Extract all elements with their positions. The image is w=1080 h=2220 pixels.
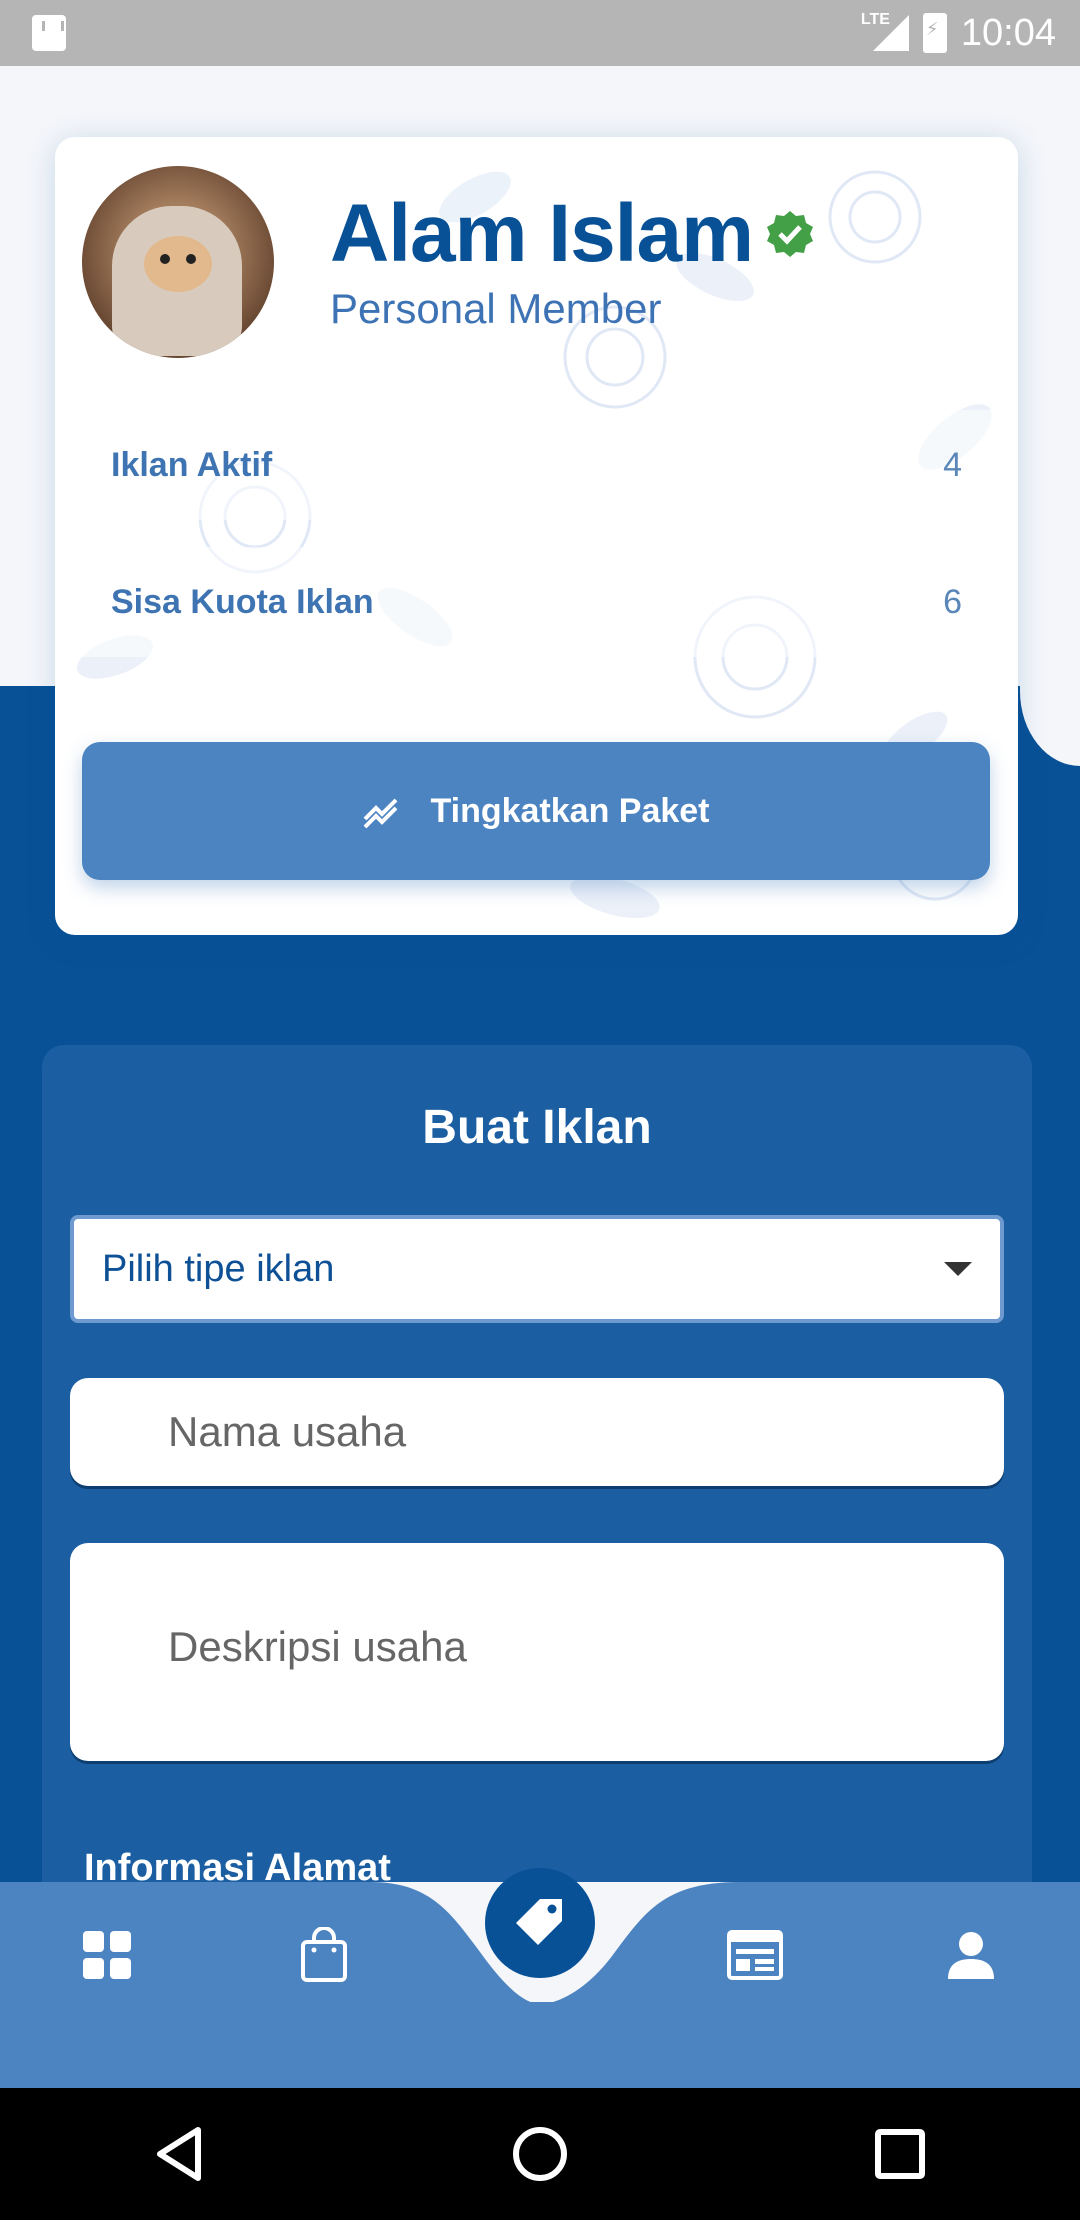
- profile-card: Alam Islam Personal Member Iklan Aktif 4…: [55, 137, 1018, 935]
- back-icon: [157, 2127, 201, 2181]
- dropdown-arrow-icon: [944, 1262, 972, 1276]
- system-navigation-bar: [0, 2088, 1080, 2220]
- stat-label: Sisa Kuota Iklan: [111, 582, 374, 621]
- news-icon: [727, 1930, 783, 1980]
- back-button[interactable]: [140, 2114, 220, 2194]
- member-type: Personal Member: [330, 285, 662, 332]
- bottom-navigation: [0, 1868, 1080, 2088]
- stat-label: Iklan Aktif: [111, 445, 273, 484]
- nav-shop[interactable]: [289, 1920, 359, 1990]
- shopping-bag-icon: [301, 1927, 347, 1982]
- ad-type-value: Pilih tipe iklan: [102, 1247, 335, 1290]
- nav-dashboard[interactable]: [72, 1920, 142, 1990]
- tag-icon: [516, 1899, 562, 1945]
- nav-ads[interactable]: [485, 1868, 595, 1978]
- nav-news[interactable]: [720, 1920, 790, 1990]
- home-button[interactable]: [500, 2114, 580, 2194]
- user-name: Alam Islam: [330, 188, 754, 279]
- business-name-placeholder: Nama usaha: [168, 1408, 407, 1455]
- business-description-field[interactable]: Deskripsi usaha: [70, 1543, 1004, 1761]
- business-description-placeholder: Deskripsi usaha: [168, 1623, 467, 1670]
- stat-remaining-quota: Sisa Kuota Iklan 6: [55, 547, 1018, 657]
- recents-button[interactable]: [860, 2114, 940, 2194]
- stat-value: 6: [943, 582, 962, 621]
- create-ad-form: Buat Iklan Pilih tipe iklan Nama usaha D…: [42, 1045, 1032, 1945]
- battery-icon: [922, 13, 947, 53]
- avatar[interactable]: [82, 166, 274, 358]
- nav-profile[interactable]: [936, 1920, 1006, 1990]
- signal-icon: LTE: [861, 11, 909, 53]
- trending-up-icon: [364, 798, 398, 829]
- clock: 10:04: [960, 11, 1056, 54]
- upgrade-package-button[interactable]: Tingkatkan Paket: [82, 742, 990, 880]
- ad-type-select[interactable]: Pilih tipe iklan: [70, 1215, 1004, 1323]
- sd-card-icon: [32, 15, 66, 51]
- stat-active-ads: Iklan Aktif 4: [55, 410, 1018, 520]
- stat-value: 4: [943, 445, 962, 484]
- recents-icon: [875, 2129, 925, 2179]
- dashboard-icon: [83, 1931, 131, 1979]
- status-bar: LTE 10:04: [0, 0, 1080, 66]
- business-name-field[interactable]: Nama usaha: [70, 1378, 1004, 1486]
- upgrade-label: Tingkatkan Paket: [430, 791, 710, 830]
- home-icon: [513, 2127, 567, 2181]
- verified-badge-icon: [767, 211, 813, 257]
- form-title: Buat Iklan: [422, 1101, 652, 1154]
- person-icon: [948, 1932, 994, 1979]
